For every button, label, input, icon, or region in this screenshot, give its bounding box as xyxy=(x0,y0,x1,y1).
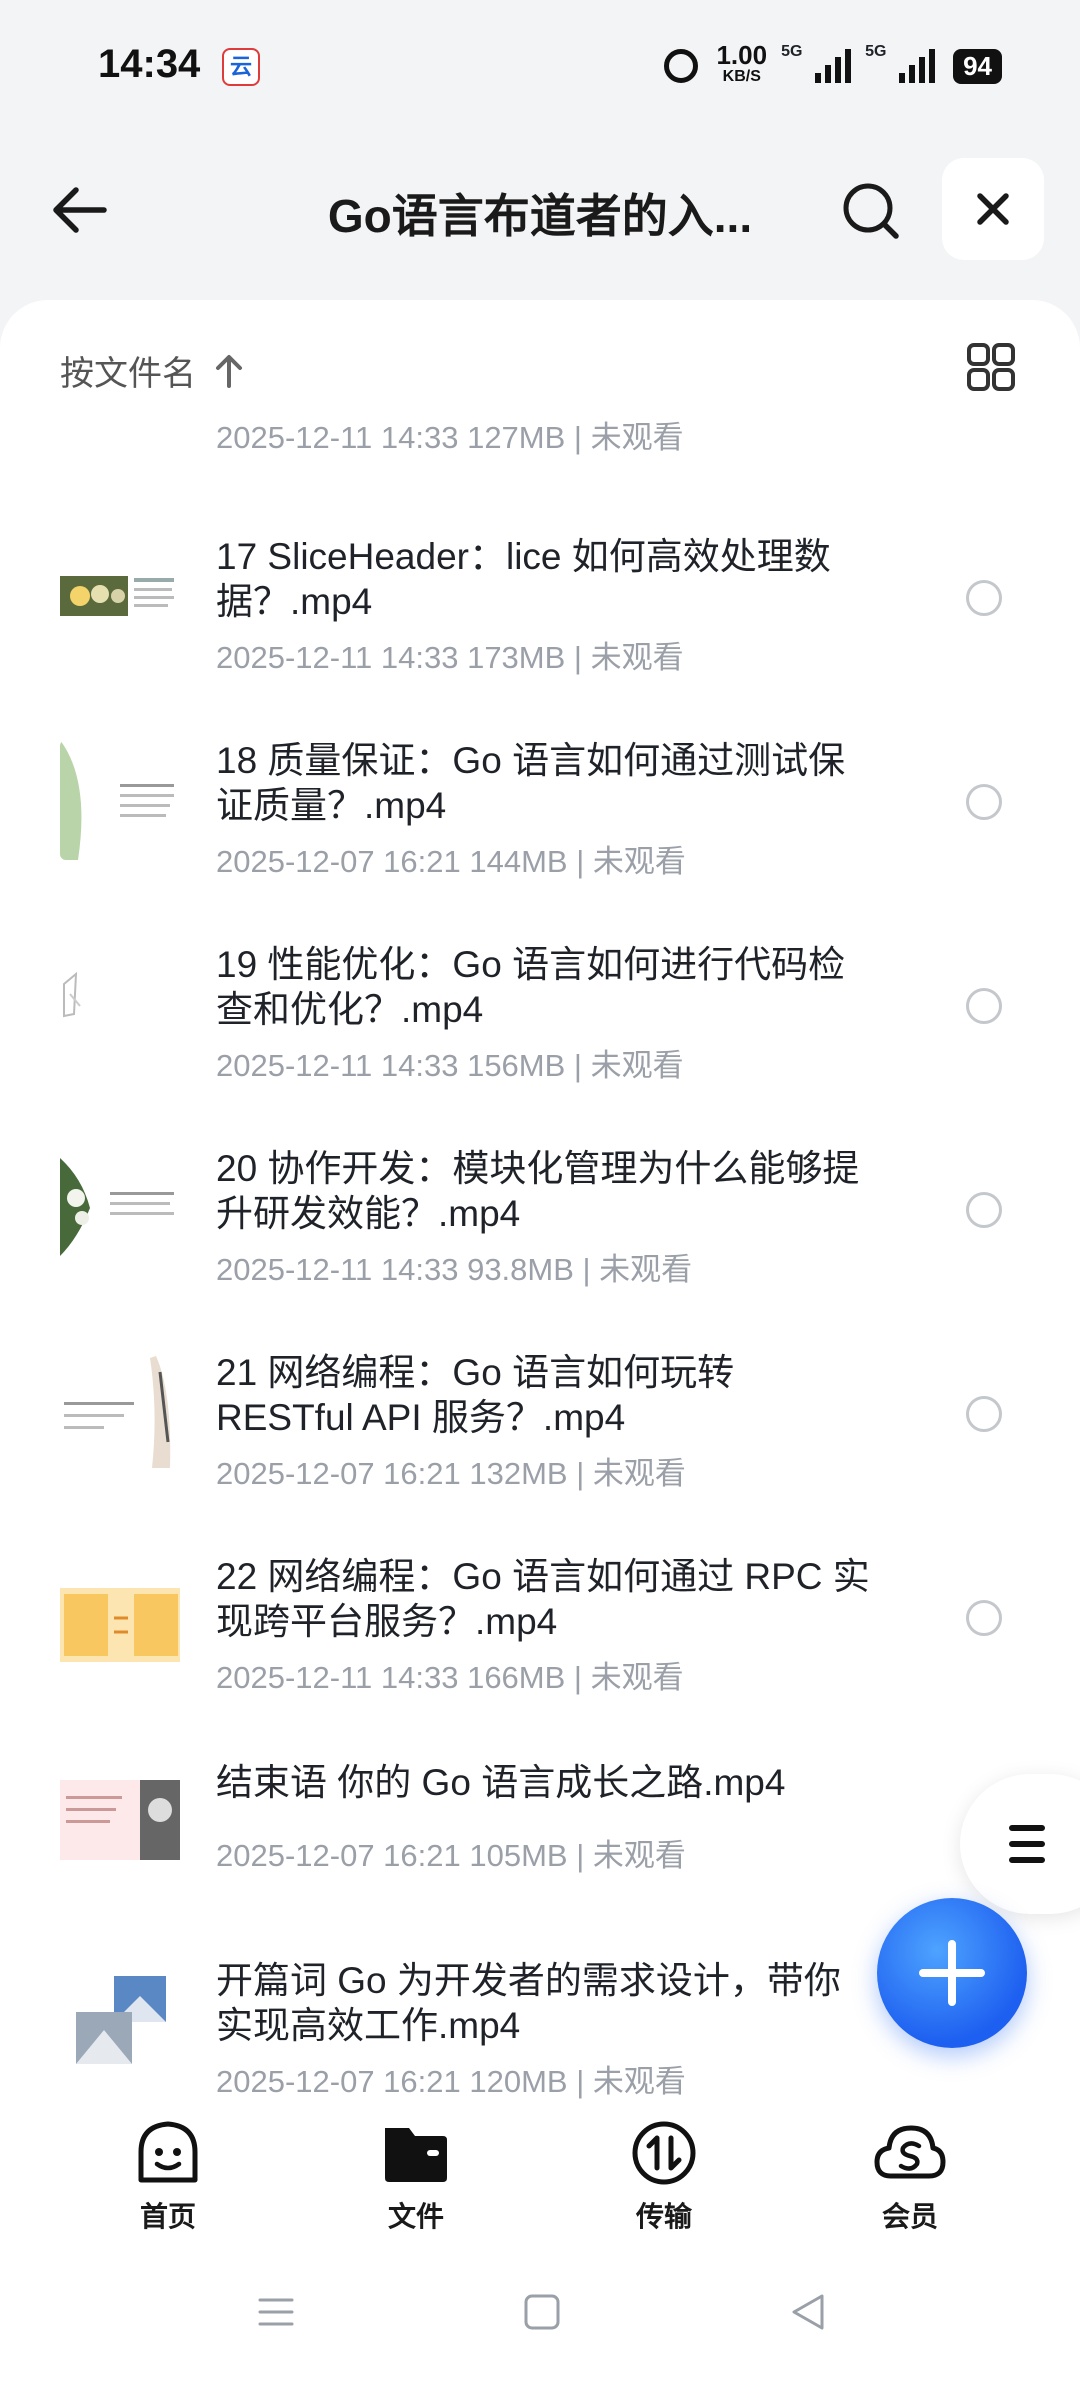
video-thumbnail xyxy=(60,1148,180,1268)
select-radio[interactable] xyxy=(966,1192,1002,1228)
signal-icon-sim1: 5G xyxy=(781,43,852,83)
battery-indicator: 94 xyxy=(953,48,1002,84)
tab-files[interactable]: 文件 xyxy=(346,2120,486,2235)
tab-transfer[interactable]: 传输 xyxy=(594,2120,734,2235)
select-radio[interactable] xyxy=(966,1600,1002,1636)
tab-vip-label: 会员 xyxy=(881,2201,938,2232)
status-icons: 1.00 KB/S 5G 5G 94 xyxy=(664,42,1002,88)
tab-home[interactable]: 首页 xyxy=(98,2120,238,2235)
video-thumbnail xyxy=(60,944,180,1064)
file-meta: 2025-12-07 16:21 144MB | 未观看 xyxy=(216,844,686,879)
file-meta: 2025-12-11 14:33 173MB | 未观看 xyxy=(216,640,684,675)
file-list-panel: 按文件名 2025-12-11 14:33 127MB | 未观看 17 Sli… xyxy=(0,300,1080,2120)
close-button[interactable] xyxy=(942,158,1044,260)
file-name: 22 网络编程：Go 语言如何通过 RPC 实现跨平台服务？.mp4 xyxy=(216,1556,870,1642)
file-name: 开篇词 Go 为开发者的需求设计，带你实现高效工作.mp4 xyxy=(216,1960,841,2046)
file-meta: 2025-12-07 16:21 132MB | 未观看 xyxy=(216,1456,686,1491)
back-triangle-icon[interactable] xyxy=(788,2292,828,2332)
file-name: 21 网络编程：Go 语言如何玩转 RESTful API 服务？.mp4 xyxy=(216,1352,735,1438)
status-bar: 14:34 云 1.00 KB/S 5G 5G 94 xyxy=(0,0,1080,130)
system-navigation-bar xyxy=(0,2250,1080,2392)
app-notification-icon: 云 xyxy=(222,48,260,86)
grid-view-icon[interactable] xyxy=(966,342,1016,392)
page-title: Go语言布道者的入... xyxy=(327,190,753,242)
plus-icon xyxy=(919,1940,985,2006)
tab-transfer-label: 传输 xyxy=(635,2201,692,2232)
status-time: 14:34 xyxy=(98,42,201,86)
add-button[interactable] xyxy=(877,1898,1027,2048)
file-meta: 2025-12-11 14:33 166MB | 未观看 xyxy=(216,1660,684,1695)
recent-apps-icon[interactable] xyxy=(256,2292,296,2332)
network-speed: 1.00 KB/S xyxy=(716,42,767,88)
tab-home-label: 首页 xyxy=(139,2201,196,2232)
folder-icon xyxy=(385,2128,447,2182)
video-thumbnail xyxy=(60,1556,180,1676)
sim1-label: 5G xyxy=(781,43,803,60)
tab-files-label: 文件 xyxy=(387,2201,444,2232)
file-meta: 2025-12-07 16:21 120MB | 未观看 xyxy=(216,2064,686,2099)
file-meta: 2025-12-11 14:33 156MB | 未观看 xyxy=(216,1048,684,1083)
select-radio[interactable] xyxy=(966,784,1002,820)
bottom-navigation: 首页 文件 传输 会员 xyxy=(0,2100,1080,2250)
sort-ascending-icon xyxy=(216,354,242,388)
transfer-icon xyxy=(632,2121,696,2185)
sort-control[interactable]: 按文件名 xyxy=(60,346,246,395)
signal-icon-sim2: 5G xyxy=(865,43,936,83)
sort-label: 按文件名 xyxy=(60,355,196,393)
file-meta: 2025-12-11 14:33 93.8MB | 未观看 xyxy=(216,1252,693,1287)
video-thumbnail xyxy=(60,1352,180,1472)
header: Go语言布道者的入... xyxy=(0,150,1080,270)
home-square-icon[interactable] xyxy=(522,2292,562,2332)
file-name: 结束语 你的 Go 语言成长之路.mp4 xyxy=(216,1762,786,1803)
list-menu-button[interactable] xyxy=(960,1774,1080,1914)
video-thumbnail xyxy=(60,740,180,860)
cloud-vip-icon xyxy=(874,2125,946,2179)
sim2-label: 5G xyxy=(865,43,887,60)
menu-lines-icon xyxy=(1009,1825,1045,1863)
alarm-icon xyxy=(664,49,699,83)
close-icon xyxy=(977,193,1009,225)
select-radio[interactable] xyxy=(966,1396,1002,1432)
video-thumbnail xyxy=(60,536,180,656)
file-meta: 2025-12-11 14:33 127MB | 未观看 xyxy=(216,420,684,455)
file-name: 20 协作开发：模块化管理为什么能够提升研发效能？.mp4 xyxy=(216,1148,860,1234)
tab-vip[interactable]: 会员 xyxy=(840,2120,980,2235)
file-name: 18 质量保证：Go 语言如何通过测试保证质量？.mp4 xyxy=(216,740,846,826)
network-speed-unit: KB/S xyxy=(722,68,761,85)
select-radio[interactable] xyxy=(966,580,1002,616)
video-thumbnail xyxy=(60,1760,180,1880)
back-arrow-icon[interactable] xyxy=(50,180,110,240)
file-meta: 2025-12-07 16:21 105MB | 未观看 xyxy=(216,1838,686,1873)
file-name: 17 SliceHeader：lice 如何高效处理数据？.mp4 xyxy=(216,536,831,622)
file-name: 19 性能优化：Go 语言如何进行代码检查和优化？.mp4 xyxy=(216,944,846,1030)
search-icon[interactable] xyxy=(838,178,902,242)
select-radio[interactable] xyxy=(966,988,1002,1024)
video-thumbnail xyxy=(60,1960,180,2080)
smiley-home-icon xyxy=(138,2121,198,2183)
